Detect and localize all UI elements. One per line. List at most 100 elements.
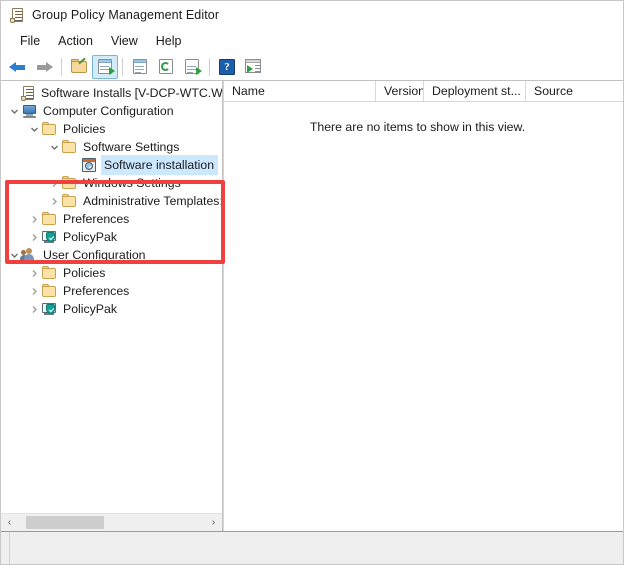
tree-item-user-preferences[interactable]: Preferences: [1, 282, 222, 300]
menu-file[interactable]: File: [11, 31, 49, 51]
list-column-headers: Name Version Deployment st... Source: [224, 81, 623, 102]
folder-icon: [61, 139, 78, 155]
twisty-none: [7, 84, 21, 102]
empty-list-message: There are no items to show in this view.: [309, 120, 526, 134]
computer-icon: [21, 103, 38, 119]
console-tree-pane: Software Installs [V-DCP-WTC.WHISK Compu…: [1, 81, 225, 531]
tree-item-label: PolicyPak: [63, 230, 117, 244]
forward-arrow-icon: [35, 59, 53, 75]
chevron-down-icon[interactable]: [7, 246, 21, 264]
export-list-button[interactable]: [179, 55, 205, 79]
action-pane-icon: [244, 59, 262, 74]
users-icon: [20, 247, 38, 263]
column-header-source[interactable]: Source: [526, 81, 623, 101]
menu-view[interactable]: View: [102, 31, 147, 51]
column-header-deployment-state[interactable]: Deployment st...: [424, 81, 526, 101]
chevron-down-icon[interactable]: [7, 102, 21, 120]
tree-item-label: PolicyPak: [63, 302, 117, 316]
result-list-pane: Name Version Deployment st... Source The…: [223, 81, 623, 531]
help-question-icon: ?: [219, 58, 235, 75]
tree-item-label: Policies: [63, 122, 106, 136]
folder-icon: [41, 265, 58, 281]
tree-item-administrative-templates[interactable]: Administrative Templates:: [1, 192, 222, 210]
chevron-right-icon[interactable]: [47, 174, 61, 192]
chevron-down-icon[interactable]: [47, 138, 61, 156]
chevron-right-icon[interactable]: [27, 300, 41, 318]
tree-item-user-policies[interactable]: Policies: [1, 264, 222, 282]
toolbar-separator-1: [61, 57, 62, 76]
tree-item-label: Preferences: [63, 212, 130, 226]
scrollbar-track[interactable]: [18, 514, 205, 531]
policypak-icon: [41, 229, 58, 245]
console-tree-icon: [97, 58, 115, 75]
menu-help[interactable]: Help: [147, 31, 191, 51]
tree-item-label: Software Installs [V-DCP-WTC.WHISK: [41, 86, 222, 100]
tree-item-user-policypak[interactable]: PolicyPak: [1, 300, 222, 318]
tree-item-user-configuration[interactable]: User Configuration: [1, 246, 222, 264]
chevron-right-icon[interactable]: [27, 264, 41, 282]
menu-action[interactable]: Action: [49, 31, 102, 51]
tree-horizontal-scrollbar[interactable]: ‹ ›: [1, 513, 222, 531]
toolbar-separator-3: [209, 57, 210, 76]
gpme-scroll-icon: [10, 7, 24, 23]
show-hide-action-pane-button[interactable]: [240, 55, 266, 79]
result-list-body[interactable]: There are no items to show in this view.: [224, 102, 623, 531]
folder-icon: [41, 211, 58, 227]
tree-item-computer-configuration[interactable]: Computer Configuration: [1, 102, 222, 120]
tree-item-computer-policypak[interactable]: PolicyPak: [1, 228, 222, 246]
toolbar-separator-2: [122, 57, 123, 76]
tree-item-label: Administrative Templates:: [83, 194, 222, 208]
folder-icon: [41, 283, 58, 299]
menu-bar: File Action View Help: [1, 29, 623, 53]
show-hide-console-tree-button[interactable]: [92, 54, 118, 79]
folder-up-icon: [70, 57, 88, 74]
chevron-right-icon[interactable]: [27, 210, 41, 228]
tree-item-label: Computer Configuration: [43, 104, 174, 118]
scroll-right-arrow-icon[interactable]: ›: [205, 514, 222, 531]
tree-item-label: User Configuration: [43, 248, 146, 262]
scrollbar-thumb[interactable]: [26, 516, 104, 529]
chevron-right-icon[interactable]: [47, 192, 61, 210]
status-bar-cell-main: [10, 532, 623, 564]
window-title: Group Policy Management Editor: [32, 8, 220, 22]
back-button[interactable]: [5, 55, 31, 79]
export-list-icon: [184, 58, 202, 75]
scroll-left-arrow-icon[interactable]: ‹: [1, 514, 18, 531]
tree-item-label: Software installation: [101, 155, 219, 175]
tree-item-computer-policies[interactable]: Policies: [1, 120, 222, 138]
refresh-button[interactable]: [153, 55, 179, 79]
up-one-level-button[interactable]: [66, 55, 92, 79]
back-arrow-icon: [9, 59, 27, 75]
refresh-icon: [158, 58, 175, 75]
toolbar: ?: [1, 53, 623, 81]
content-area: Software Installs [V-DCP-WTC.WHISK Compu…: [1, 81, 623, 531]
tree-item-label: Software Settings: [83, 140, 180, 154]
policypak-icon: [41, 301, 58, 317]
properties-button[interactable]: [127, 55, 153, 79]
twisty-none: [67, 156, 81, 174]
console-tree[interactable]: Software Installs [V-DCP-WTC.WHISK Compu…: [1, 81, 222, 513]
folder-icon: [61, 193, 78, 209]
tree-item-windows-settings[interactable]: Windows Settings: [1, 174, 222, 192]
forward-button[interactable]: [31, 55, 57, 79]
properties-icon: [132, 58, 149, 75]
chevron-right-icon[interactable]: [27, 282, 41, 300]
tree-item-label: Policies: [63, 266, 106, 280]
column-header-version[interactable]: Version: [376, 81, 424, 101]
status-bar: [1, 531, 623, 564]
gpme-window: Group Policy Management Editor File Acti…: [0, 0, 624, 565]
tree-item-label: Windows Settings: [83, 176, 181, 190]
help-button[interactable]: ?: [214, 55, 240, 79]
column-header-name[interactable]: Name: [224, 81, 376, 101]
software-installation-icon: [81, 157, 98, 173]
chevron-right-icon[interactable]: [27, 228, 41, 246]
chevron-down-icon[interactable]: [27, 120, 41, 138]
folder-icon: [61, 175, 78, 191]
folder-icon: [41, 121, 58, 137]
tree-item-software-installation[interactable]: Software installation: [1, 155, 222, 175]
tree-item-root[interactable]: Software Installs [V-DCP-WTC.WHISK: [1, 84, 222, 102]
tree-item-software-settings[interactable]: Software Settings: [1, 138, 222, 156]
tree-item-label: Preferences: [63, 284, 130, 298]
tree-item-computer-preferences[interactable]: Preferences: [1, 210, 222, 228]
status-bar-cell-left: [1, 532, 10, 564]
